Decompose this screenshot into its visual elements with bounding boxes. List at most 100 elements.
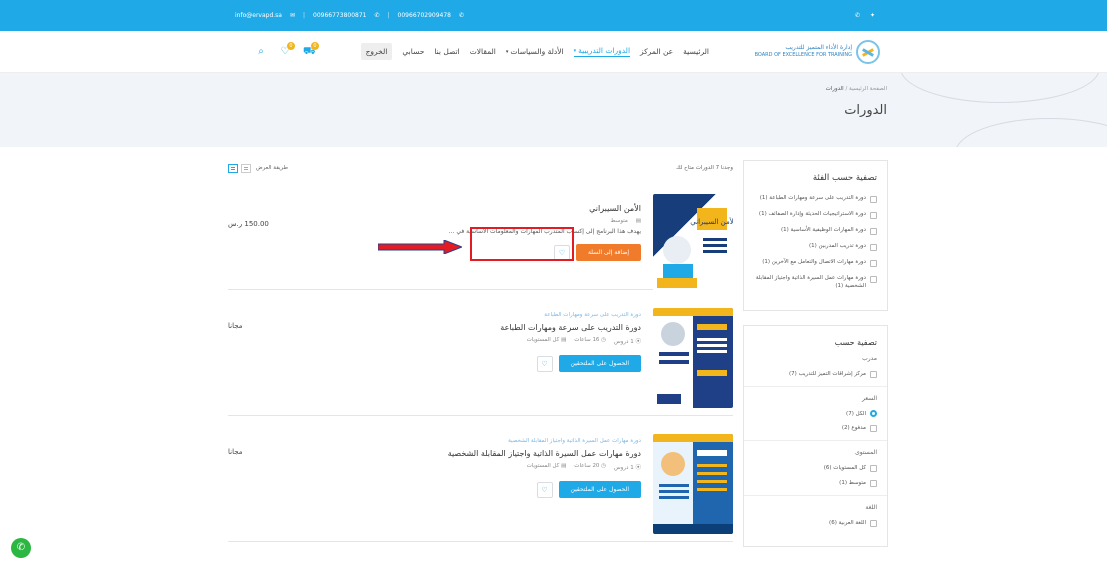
- logo-text-en: BOARD OF EXCELLENCE FOR TRAINING: [754, 52, 852, 59]
- divider: [744, 386, 887, 388]
- trainer-option[interactable]: مركز إشراقات التميز للتدريب (7): [754, 370, 877, 379]
- clock-icon: ◷: [601, 463, 606, 469]
- checkbox[interactable]: [870, 212, 877, 219]
- phone1-text[interactable]: 00966773800871: [313, 12, 366, 19]
- highlight-box: [470, 227, 574, 261]
- get-enrolled-button[interactable]: الحصول على الملتحقين: [558, 481, 641, 498]
- nav-articles[interactable]: المقالات: [470, 47, 496, 56]
- checkbox[interactable]: [870, 480, 877, 488]
- checkbox[interactable]: [870, 228, 877, 235]
- course-thumbnail[interactable]: [653, 308, 733, 408]
- price-all-option[interactable]: الكل (7): [754, 410, 877, 418]
- logo-text-ar: إدارة الأداء المتميز للتدريب: [785, 44, 852, 52]
- filter-by-title: تصفية حسب: [834, 338, 877, 348]
- lessons-icon: ⦿: [635, 465, 641, 471]
- chevron-down-icon: ▾: [573, 47, 577, 54]
- category-option[interactable]: دورة مهارات عمل السيرة الذاتية واجتياز ا…: [754, 275, 877, 290]
- category-label: دورة مهارات عمل السيرة الذاتية واجتياز ا…: [754, 275, 866, 290]
- twitter-icon[interactable]: ✦: [870, 12, 875, 19]
- course-thumbnail[interactable]: الأمن السيبراني: [653, 194, 733, 294]
- logo-text: إدارة الأداء المتميز للتدريب BOARD OF EX…: [755, 44, 852, 58]
- course-thumbnail[interactable]: [653, 434, 733, 534]
- search-icon[interactable]: ⌕: [255, 46, 267, 58]
- checkbox[interactable]: [870, 371, 877, 379]
- get-enrolled-button[interactable]: الحصول على الملتحقين: [558, 355, 641, 372]
- thumbnail-title: الأمن السيبراني: [690, 217, 733, 226]
- whatsapp-float-icon[interactable]: ✆: [11, 538, 31, 558]
- checkbox[interactable]: [870, 520, 877, 528]
- page-title: الدورات: [844, 103, 887, 118]
- whatsapp-icon[interactable]: ✆: [855, 12, 860, 19]
- checkbox[interactable]: [870, 276, 877, 283]
- level-all-option[interactable]: كل المستويات (6): [754, 464, 877, 473]
- category-count: (1): [835, 282, 844, 289]
- separator: |: [303, 12, 306, 19]
- lessons-meta: ⦿ 1 دروس: [614, 337, 641, 345]
- list-toolbar: وجدنا 7 الدورات متاح لك طريقة العرض: [228, 160, 733, 176]
- email-text[interactable]: info@ervapd.sa: [235, 12, 282, 19]
- course-info: دورة التدريب على سرعة ومهارات الطباعة دو…: [321, 312, 641, 372]
- course-info: دورة مهارات عمل السيرة الذاتية واجتياز ا…: [321, 438, 641, 498]
- nav-home[interactable]: الرئيسية: [683, 47, 709, 56]
- wishlist-icon[interactable]: ♡ 0: [279, 41, 295, 58]
- decor-curve: [955, 118, 1107, 147]
- checkbox[interactable]: [870, 425, 877, 433]
- course-category-link[interactable]: دورة التدريب على سرعة ومهارات الطباعة: [321, 312, 641, 318]
- breadcrumb-current: الدورات: [825, 86, 844, 92]
- nav-policies[interactable]: الأدلة والسياسات ▾: [506, 47, 564, 56]
- course-lessons: 1 دروس: [614, 339, 634, 345]
- price-paid-label: مدفوع (2): [841, 425, 866, 432]
- nav-about[interactable]: عن المركز: [640, 47, 673, 56]
- checkbox[interactable]: [870, 465, 877, 473]
- level-mid-option[interactable]: متوسط (1): [754, 479, 877, 488]
- category-option[interactable]: دورة الاستراتيجيات الحديثة وإدارة الصفائ…: [754, 211, 877, 219]
- nav-logout[interactable]: الخروج: [360, 43, 393, 60]
- hours-meta: ◷ 16 ساعات: [574, 337, 606, 345]
- wishlist-heart-icon[interactable]: ♡: [536, 481, 553, 498]
- category-option[interactable]: دورة المهارات الوظيفية الأساسية (1): [754, 227, 877, 235]
- site-logo[interactable]: إدارة الأداء المتميز للتدريب BOARD OF EX…: [755, 39, 880, 64]
- course-title[interactable]: دورة التدريب على سرعة ومهارات الطباعة: [321, 323, 641, 332]
- phone2-text[interactable]: 00966702909478: [398, 12, 451, 19]
- annotation-arrow-icon: [378, 240, 462, 254]
- logo-mark-icon: [856, 39, 880, 64]
- course-title[interactable]: دورة مهارات عمل السيرة الذاتية واجتياز ا…: [321, 449, 641, 458]
- wishlist-heart-icon[interactable]: ♡: [536, 355, 553, 372]
- course-title[interactable]: الأمن السيبراني: [321, 204, 641, 213]
- course-price: مجانا: [228, 322, 243, 330]
- nav-contact[interactable]: اتصل بنا: [434, 47, 459, 56]
- cart-icon[interactable]: ⛟ 0: [303, 41, 319, 58]
- category-option[interactable]: دورة تدريب المدربين (1): [754, 243, 877, 251]
- level-label: المستوى: [855, 449, 877, 457]
- language-ar-option[interactable]: اللغة العربية (6): [754, 519, 877, 528]
- site-header: إدارة الأداء المتميز للتدريب BOARD OF EX…: [0, 31, 1107, 73]
- nav-courses[interactable]: الدورات التدريبية ▾: [573, 46, 631, 57]
- add-to-cart-button[interactable]: إضافة إلى السلة: [575, 244, 641, 261]
- course-category-link[interactable]: دورة مهارات عمل السيرة الذاتية واجتياز ا…: [321, 438, 641, 444]
- breadcrumb-home[interactable]: الصفحة الرئيسية: [849, 86, 887, 92]
- grid-view-icon[interactable]: [241, 163, 251, 173]
- level-all-label: كل المستويات (6): [823, 465, 866, 472]
- price-paid-option[interactable]: مدفوع (2): [754, 424, 877, 433]
- radio[interactable]: [870, 410, 877, 418]
- nav-courses-label: الدورات التدريبية: [578, 46, 631, 55]
- category-label: دورة تدريب المدربين (1): [809, 243, 866, 249]
- level-mid-label: متوسط (1): [839, 480, 866, 487]
- breadcrumb-separator: /: [845, 86, 848, 92]
- course-hours: 16 ساعات: [574, 337, 600, 343]
- checkbox[interactable]: [870, 244, 877, 251]
- category-option[interactable]: دورة التدريب على سرعة ومهارات الطباعة (1…: [754, 195, 877, 203]
- language-label: اللغة: [865, 504, 877, 512]
- checkbox[interactable]: [870, 196, 877, 203]
- language-ar-label: اللغة العربية (6): [829, 520, 866, 527]
- nav-account[interactable]: حسابي: [402, 47, 424, 56]
- category-option[interactable]: دورة مهارات الاتصال والتعامل مع الآخرين …: [754, 259, 877, 267]
- level-icon: ▤: [561, 463, 567, 469]
- decor-curve: [900, 73, 1100, 103]
- wishlist-count: 0: [287, 41, 295, 50]
- price-all-label: الكل (7): [846, 410, 866, 417]
- category-label: دورة مهارات الاتصال والتعامل مع الآخرين …: [762, 259, 866, 265]
- top-bar: ✆ ✦ info@ervapd.sa ✉ | 00966773800871 ✆ …: [0, 0, 1107, 31]
- list-view-icon[interactable]: [228, 163, 238, 173]
- checkbox[interactable]: [870, 260, 877, 267]
